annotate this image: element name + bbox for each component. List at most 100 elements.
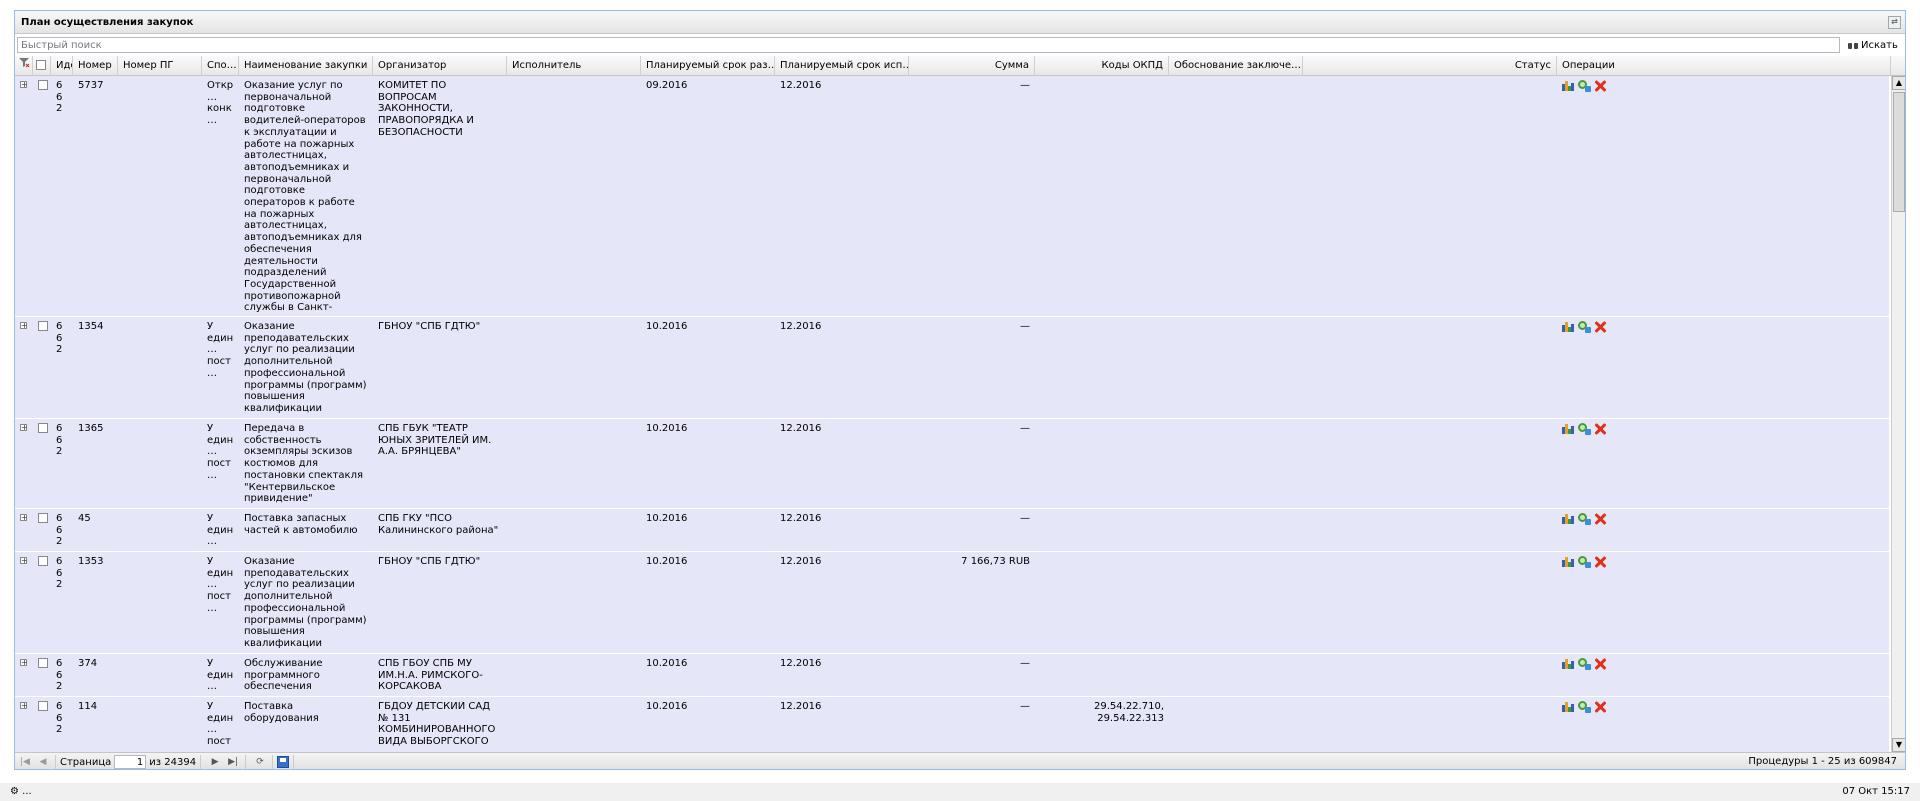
row-expander-plus-icon[interactable]: + — [20, 424, 28, 432]
settings-gear-icon[interactable] — [1577, 79, 1591, 92]
table-row[interactable]: +662 1365 У един… пост… Передача в собствен… — [15, 419, 1889, 509]
scroll-thumb[interactable] — [1893, 92, 1905, 212]
status-datetime: 07 Окт 15:17 — [1842, 786, 1910, 797]
table-row[interactable]: +662 374 У един… пост… Обслуживание програм… — [15, 654, 1889, 697]
cell-okpd — [1035, 321, 1169, 416]
row-expander-plus-icon[interactable]: + — [20, 557, 28, 565]
stats-chart-icon[interactable] — [1561, 700, 1575, 713]
column-header-planned-post[interactable]: Планируемый срок раз… — [641, 56, 775, 75]
settings-gear-icon[interactable] — [1577, 422, 1591, 435]
settings-gear-icon[interactable] — [1577, 700, 1591, 713]
cell-sum: — — [1020, 80, 1030, 91]
scroll-down-arrow-icon[interactable]: ▼ — [1892, 738, 1905, 752]
delete-x-icon[interactable] — [1593, 320, 1607, 333]
cell-executor — [507, 701, 641, 752]
column-header-planned-exec[interactable]: Планируемый срок исп… — [775, 56, 909, 75]
table-row[interactable]: +662 1354 У един… пост… Оказание преподават… — [15, 317, 1889, 419]
row-checkbox[interactable] — [38, 423, 48, 433]
cell-executor — [507, 658, 641, 694]
row-expander-plus-icon[interactable]: + — [20, 659, 28, 667]
delete-x-icon[interactable] — [1593, 422, 1607, 435]
row-expander-plus-icon[interactable]: + — [20, 702, 28, 710]
scroll-up-arrow-icon[interactable]: ▲ — [1892, 76, 1905, 90]
stats-chart-icon[interactable] — [1561, 79, 1575, 92]
cell-planned-post: 09.2016 — [646, 80, 688, 91]
search-button[interactable]: Искать — [1848, 37, 1898, 53]
cell-number: 1354 — [78, 321, 104, 332]
row-expander-plus-icon[interactable]: + — [20, 81, 28, 89]
last-page-icon[interactable]: ▶| — [225, 755, 241, 769]
column-header-name[interactable]: Наименование закупки — [239, 56, 373, 75]
cell-planned-exec: 12.2016 — [780, 513, 822, 524]
column-header-justification[interactable]: Обоснование заключе… — [1169, 56, 1303, 75]
next-page-icon[interactable]: ▶ — [207, 755, 223, 769]
settings-gear-icon[interactable] — [1577, 657, 1591, 670]
column-header-number[interactable]: Номер — [73, 56, 118, 75]
cell-status — [1303, 423, 1557, 506]
row-expander-plus-icon[interactable]: + — [20, 322, 28, 330]
filter-clear-icon[interactable] — [15, 56, 33, 75]
stats-chart-icon[interactable] — [1561, 657, 1575, 670]
row-operations — [1561, 657, 1607, 670]
column-header-executor[interactable]: Исполнитель — [507, 56, 641, 75]
table-row[interactable]: +662 1353 У един… пост… Оказание преподават… — [15, 552, 1889, 654]
row-checkbox[interactable] — [38, 321, 48, 331]
delete-x-icon[interactable] — [1593, 512, 1607, 525]
stats-chart-icon[interactable] — [1561, 512, 1575, 525]
column-header-status[interactable]: Статус — [1303, 56, 1557, 75]
delete-x-icon[interactable] — [1593, 700, 1607, 713]
table-row[interactable]: +662 45 У един… пост… Поставка запасных час… — [15, 509, 1889, 552]
pager-separator — [293, 755, 295, 769]
column-header-operations[interactable]: Операции — [1557, 56, 1891, 75]
cell-executor — [507, 321, 641, 416]
cell-sum: — — [1020, 701, 1030, 712]
stats-chart-icon[interactable] — [1561, 320, 1575, 333]
cell-organizer: СПБ ГКУ "ПСО Калининского района" — [378, 513, 499, 536]
refresh-icon[interactable]: ⟳ — [252, 755, 268, 769]
table-row[interactable]: +662 5737 Откр… конк… Оказание услуг по пер… — [15, 76, 1889, 317]
cell-method: У един… пост… — [207, 321, 234, 379]
first-page-icon[interactable]: |◀ — [17, 755, 33, 769]
cell-planned-post: 10.2016 — [646, 701, 688, 712]
settings-gear-icon[interactable] — [1577, 320, 1591, 333]
stats-chart-icon[interactable] — [1561, 555, 1575, 568]
cell-name: Поставка запасных частей к автомобилю — [244, 513, 358, 536]
vertical-scrollbar[interactable]: ▲ ▼ — [1891, 76, 1905, 752]
column-header-sum[interactable]: Сумма — [909, 56, 1035, 75]
cell-planned-post: 10.2016 — [646, 556, 688, 567]
column-header-method[interactable]: Спо… — [202, 56, 239, 75]
settings-gear-icon[interactable] — [1577, 555, 1591, 568]
column-header-id[interactable]: Иде — [51, 56, 73, 75]
row-expander-plus-icon[interactable]: + — [20, 514, 28, 522]
binoculars-icon — [1848, 41, 1858, 50]
row-checkbox[interactable] — [38, 80, 48, 90]
floppy-disk-icon[interactable] — [277, 756, 290, 768]
select-all-checkbox[interactable] — [33, 56, 51, 75]
stats-chart-icon[interactable] — [1561, 422, 1575, 435]
delete-x-icon[interactable] — [1593, 657, 1607, 670]
row-checkbox[interactable] — [38, 658, 48, 668]
table-row[interactable]: +662 114 У един… пост… Поставка оборудовани… — [15, 697, 1889, 752]
status-bar: ⚙ ... 07 Окт 15:17 — [0, 783, 1920, 801]
quick-search-input[interactable] — [17, 37, 1840, 53]
cell-id: 662 — [56, 513, 63, 548]
column-header-organizer[interactable]: Организатор — [373, 56, 507, 75]
column-header-pg-number[interactable]: Номер ПГ — [118, 56, 202, 75]
row-checkbox[interactable] — [38, 556, 48, 566]
row-checkbox[interactable] — [38, 701, 48, 711]
cell-status — [1303, 658, 1557, 694]
delete-x-icon[interactable] — [1593, 79, 1607, 92]
page-number-input[interactable] — [114, 755, 147, 769]
settings-gear-icon[interactable] — [1577, 512, 1591, 525]
cell-justification — [1169, 701, 1303, 752]
delete-x-icon[interactable] — [1593, 555, 1607, 568]
cell-planned-exec: 12.2016 — [780, 556, 822, 567]
row-checkbox[interactable] — [38, 513, 48, 523]
prev-page-icon[interactable]: ◀ — [35, 755, 51, 769]
panel-tool-icon[interactable]: ⇄ — [1888, 16, 1901, 29]
cell-status — [1303, 701, 1557, 752]
column-header-okpd[interactable]: Коды ОКПД — [1035, 56, 1169, 75]
pager-separator — [272, 755, 274, 769]
panel-title: План осуществления закупок — [21, 16, 194, 28]
pagination-toolbar: |◀ ◀ Страница из 24394 ▶ ▶| ⟳ Процедуры … — [15, 752, 1905, 769]
